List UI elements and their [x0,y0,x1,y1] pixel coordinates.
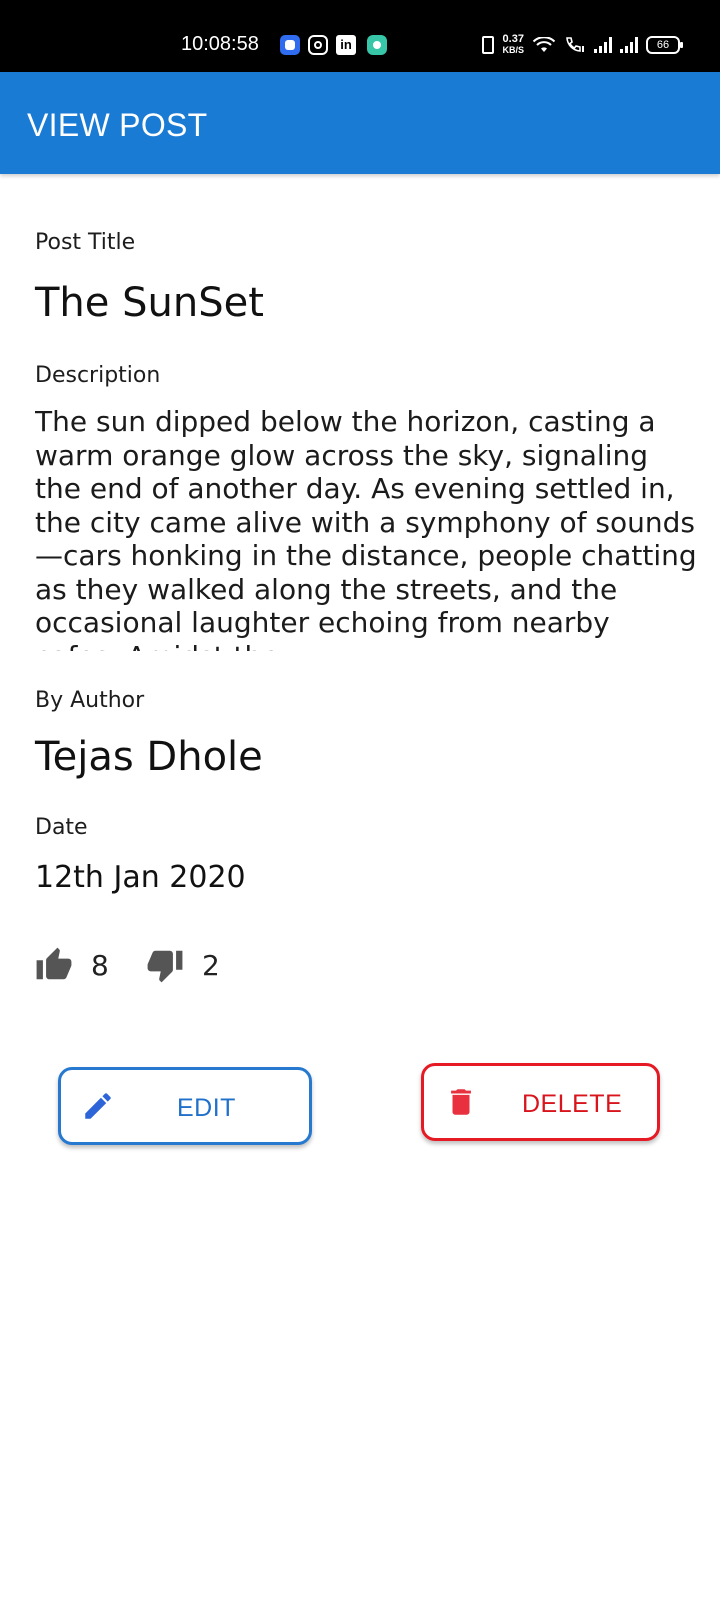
page-title: VIEW POST [27,107,208,143]
network-speed: 0.37 KB/S [502,34,524,56]
post-description[interactable]: The sun dipped below the horizon, castin… [35,405,700,651]
dislike-button[interactable]: 2 [146,945,220,985]
post-date: 12th Jan 2020 [35,860,246,895]
instagram-icon [308,35,328,55]
like-button[interactable]: 8 [35,945,109,985]
signal-icon [620,37,638,53]
date-label: Date [35,815,88,840]
edit-button-label: EDIT [177,1094,236,1122]
network-speed-unit: KB/S [502,45,524,55]
chat-icon [367,35,387,55]
trash-icon [451,1089,471,1115]
dislike-count: 2 [202,948,220,982]
edit-button[interactable]: EDIT [58,1067,312,1145]
vibrate-icon [482,36,495,54]
status-time: 10:08:58 [181,33,259,55]
description-label: Description [35,363,161,388]
network-speed-value: 0.37 [502,33,524,45]
post-title-label: Post Title [35,230,136,255]
pencil-icon [85,1093,111,1119]
battery-icon: 66 [646,36,683,54]
like-count: 8 [91,948,109,982]
author-label: By Author [35,688,145,713]
wifi-icon [532,37,556,52]
post-title: The SunSet [35,280,264,326]
call-icon [566,37,584,52]
thumbs-up-icon [36,947,72,980]
thumbs-down-icon [147,950,183,983]
status-indicators: 0.37 KB/S 66 [482,33,683,57]
linkedin-icon: in [336,35,356,55]
delete-button-label: DELETE [522,1090,623,1118]
app-bar: VIEW POST [0,72,720,174]
app-icon [280,35,300,55]
author-name: Tejas Dhole [35,734,263,780]
status-bar: 10:08:58 in 0.37 KB/S 66 [0,0,720,72]
delete-button[interactable]: DELETE [421,1063,660,1141]
signal-icon [594,37,612,53]
